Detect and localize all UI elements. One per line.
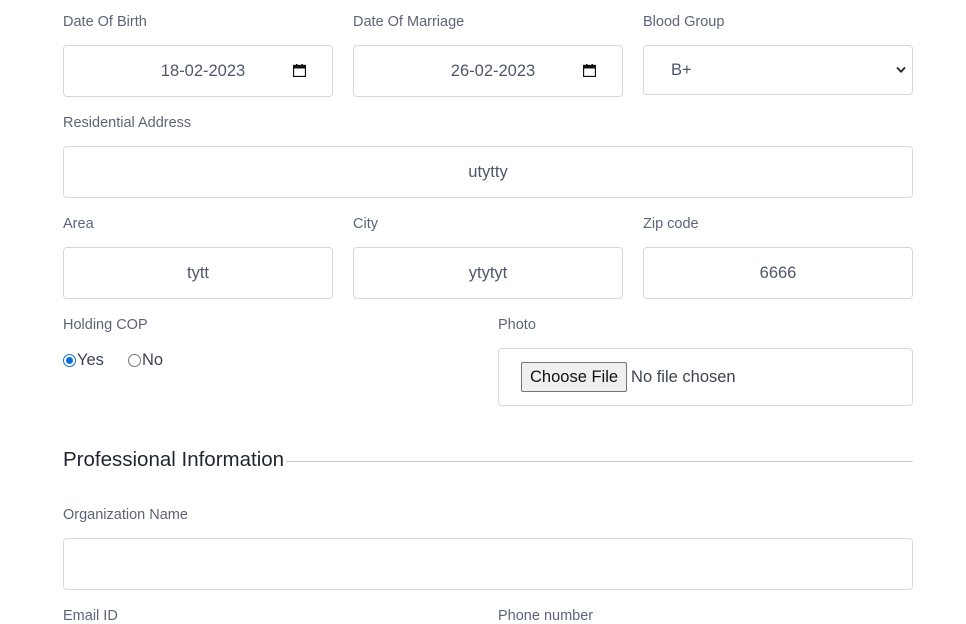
photo-file-input[interactable]: Choose File No file chosen [498,348,913,406]
zip-value: 6666 [759,263,797,282]
blood-group-select[interactable]: B+ [643,45,913,95]
dom-value: 26-02-2023 [450,61,536,80]
area-label: Area [63,216,94,232]
choose-file-button[interactable]: Choose File [521,362,628,392]
blood-group-value: B+ [671,60,692,79]
holding-cop-yes[interactable]: Yes [63,351,104,370]
address-value: utytty [468,162,508,181]
city-input[interactable]: ytytyt [353,247,623,299]
org-name-label: Organization Name [63,507,188,523]
city-value: ytytyt [468,263,508,282]
zip-input[interactable]: 6666 [643,247,913,299]
zip-label: Zip code [643,216,699,232]
chevron-down-icon [896,67,906,73]
file-status: No file chosen [631,367,736,386]
area-value: tytt [186,263,209,282]
area-input[interactable]: tytt [63,247,333,299]
dob-input[interactable]: 18-02-2023 [63,45,333,97]
address-label: Residential Address [63,115,192,131]
radio-no[interactable] [128,354,141,367]
dom-input[interactable]: 26-02-2023 [353,45,623,97]
email-label: Email ID [63,608,118,624]
holding-cop-no[interactable]: No [128,351,163,370]
phone-label: Phone number [498,608,594,624]
dob-value: 18-02-2023 [160,61,246,80]
city-label: City [353,216,378,232]
calendar-icon[interactable] [583,64,596,77]
photo-label: Photo [498,317,536,333]
dom-label: Date Of Marriage [353,14,465,30]
radio-no-label[interactable]: No [142,351,163,370]
address-input[interactable]: utytty [63,146,913,198]
radio-yes[interactable] [63,354,76,367]
calendar-icon[interactable] [293,64,306,77]
section-title: Professional Information [63,448,287,472]
holding-cop-label: Holding COP [63,317,148,333]
blood-group-label: Blood Group [643,14,725,30]
radio-yes-label[interactable]: Yes [77,351,104,370]
org-name-input[interactable] [63,538,913,590]
dob-label: Date Of Birth [63,14,147,30]
